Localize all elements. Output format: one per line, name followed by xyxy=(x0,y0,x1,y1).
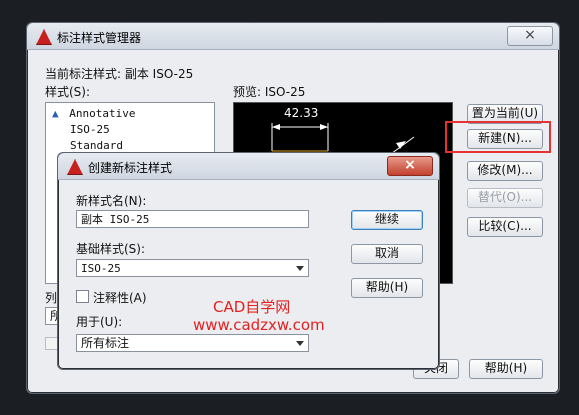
autocad-logo-icon xyxy=(36,29,52,45)
new-style-title-bar[interactable]: 创建新标注样式 × xyxy=(58,153,439,180)
preview-label: 预览: ISO-25 xyxy=(233,85,306,99)
chevron-down-icon xyxy=(296,341,304,346)
main-dialog-title: 标注样式管理器 xyxy=(57,31,142,45)
watermark-site-url: www.cadzxw.com xyxy=(193,316,325,334)
style-item-label: Annotative xyxy=(69,107,136,120)
current-style-label: 当前标注样式: 副本 ISO-25 xyxy=(45,67,194,81)
base-style-label: 基础样式(S): xyxy=(76,242,146,256)
close-icon: × xyxy=(524,27,536,43)
list-label: 列 xyxy=(45,291,58,305)
main-title-bar[interactable]: 标注样式管理器 × xyxy=(27,23,559,50)
close-icon: × xyxy=(404,157,416,173)
annotative-label: 注释性(A) xyxy=(93,291,147,305)
base-style-value: ISO-25 xyxy=(81,262,121,275)
style-list-item-iso25[interactable]: ISO-25 xyxy=(70,123,110,136)
override-button[interactable]: 替代(O)... xyxy=(467,188,543,208)
compare-button[interactable]: 比较(C)... xyxy=(467,217,543,237)
new-style-dialog-title: 创建新标注样式 xyxy=(88,161,173,175)
new-style-name-input[interactable]: 副本 ISO-25 xyxy=(76,210,309,228)
new-style-name-label: 新样式名(N): xyxy=(76,194,147,208)
use-for-select[interactable]: 所有标注 xyxy=(76,334,309,352)
use-for-value: 所有标注 xyxy=(81,336,130,350)
autocad-logo-icon xyxy=(67,159,83,175)
new-style-help-button[interactable]: 帮助(H) xyxy=(351,278,423,298)
style-list-item-annotative[interactable]: ▲ Annotative xyxy=(52,107,135,120)
main-close-button[interactable]: × xyxy=(507,26,553,46)
styles-label: 样式(S): xyxy=(45,85,91,99)
annotative-icon: ▲ xyxy=(52,107,59,120)
new-style-close-button[interactable]: × xyxy=(387,156,433,176)
continue-button[interactable]: 继续 xyxy=(351,210,423,230)
use-for-label: 用于(U): xyxy=(76,315,123,329)
chevron-down-icon xyxy=(296,266,304,271)
create-new-dimension-style-dialog: 创建新标注样式 × 新样式名(N): 副本 ISO-25 基础样式(S): IS… xyxy=(57,152,440,370)
watermark-site-name: CAD自学网 xyxy=(213,298,291,316)
new-button[interactable]: 新建(N)... xyxy=(467,129,543,149)
cancel-button[interactable]: 取消 xyxy=(351,244,423,264)
style-list-item-standard[interactable]: Standard xyxy=(70,139,123,152)
base-style-select[interactable]: ISO-25 xyxy=(76,259,309,277)
annotative-checkbox[interactable] xyxy=(76,290,89,303)
modify-button[interactable]: 修改(M)... xyxy=(467,161,543,181)
preview-dimension-text: 42.33 xyxy=(284,106,319,120)
main-help-button[interactable]: 帮助(H) xyxy=(469,359,543,379)
